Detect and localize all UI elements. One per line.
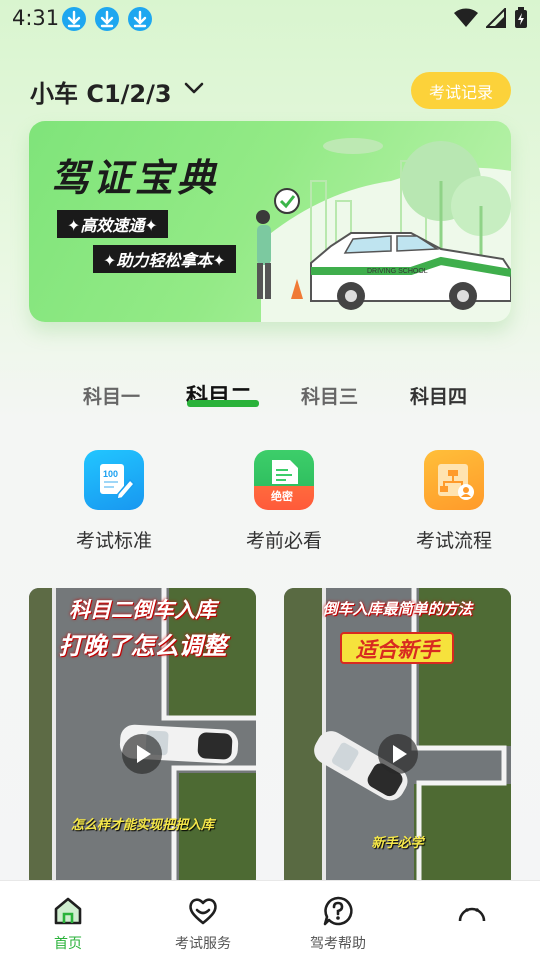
card-subtitle: 适合新手 <box>355 638 440 662</box>
promo-banner[interactable]: 驾证宝典 ✦高效速通✦ ✦助力轻松拿本✦ DRIVING SCHOOL <box>29 121 511 322</box>
tab-subject-3[interactable]: 科目三 <box>301 382 358 409</box>
tab-subject-4[interactable]: 科目四 <box>410 382 467 409</box>
nav-label: 考试服务 <box>175 936 231 952</box>
battery-icon <box>514 7 528 33</box>
home-icon <box>18 895 118 929</box>
card-title: 科目二倒车入库 <box>69 598 216 622</box>
exam-standard-icon: 100 <box>84 450 144 510</box>
bottom-nav: 首页 考试服务 驾考帮助 <box>0 880 540 960</box>
nav-label: 首页 <box>54 936 82 952</box>
card-subtitle: 打晚了怎么调整 <box>58 632 227 660</box>
nav-help[interactable]: 驾考帮助 <box>288 895 388 953</box>
nav-profile[interactable] <box>422 895 522 933</box>
svg-text:绝密: 绝密 <box>271 489 293 503</box>
svg-text:100: 100 <box>103 469 118 479</box>
status-time: 4:31 <box>12 6 60 30</box>
download-icon <box>128 7 152 31</box>
heart-icon <box>153 895 253 929</box>
must-see-entry[interactable]: 绝密 考前必看 <box>224 450 344 553</box>
car-type-selector[interactable]: 小车 C1/2/3 <box>30 74 172 109</box>
exam-record-button[interactable]: 考试记录 <box>411 72 511 109</box>
wifi-icon <box>454 8 478 32</box>
tab-subject-1[interactable]: 科目一 <box>83 382 140 409</box>
banner-tag: ✦高效速通✦ <box>57 210 168 238</box>
banner-tag: ✦助力轻松拿本✦ <box>93 245 236 273</box>
card-title: 倒车入库最简单的方法 <box>322 600 473 618</box>
car-label: DRIVING SCHOOL <box>367 268 428 275</box>
entry-label: 考试流程 <box>415 530 492 552</box>
help-icon <box>288 895 388 929</box>
signal-icon <box>484 6 506 32</box>
nav-exam-service[interactable]: 考试服务 <box>153 895 253 953</box>
exam-flow-icon <box>424 450 484 510</box>
must-see-icon: 绝密 <box>254 450 314 510</box>
nav-home[interactable]: 首页 <box>18 895 118 953</box>
play-icon[interactable] <box>122 734 162 774</box>
video-card[interactable]: 倒车入库最简单的方法 适合新手 新手必学 <box>284 588 511 888</box>
exam-flow-entry[interactable]: 考试流程 <box>394 450 514 553</box>
card-caption: 怎么样才能实现把把入库 <box>70 818 214 833</box>
entry-label: 考试标准 <box>75 530 152 552</box>
card-caption: 新手必学 <box>371 836 424 851</box>
subject-tabs: 科目一 科目二 科目三 科目四 <box>0 382 540 412</box>
status-bar: 4:31 <box>0 0 540 40</box>
download-icon <box>95 7 119 31</box>
video-card[interactable]: 科目二倒车入库 打晚了怎么调整 怎么样才能实现把把入库 <box>29 588 256 888</box>
download-icon <box>62 7 86 31</box>
nav-label: 驾考帮助 <box>310 936 366 952</box>
profile-icon <box>422 895 522 929</box>
driving-school-illustration: DRIVING SCHOOL <box>256 138 511 322</box>
entry-label: 考前必看 <box>245 530 322 552</box>
active-tab-indicator <box>187 400 259 407</box>
banner-title: 驾证宝典 <box>51 156 220 200</box>
chevron-down-icon[interactable] <box>184 80 204 99</box>
play-icon[interactable] <box>378 734 418 774</box>
exam-standard-entry[interactable]: 100 考试标准 <box>54 450 174 553</box>
